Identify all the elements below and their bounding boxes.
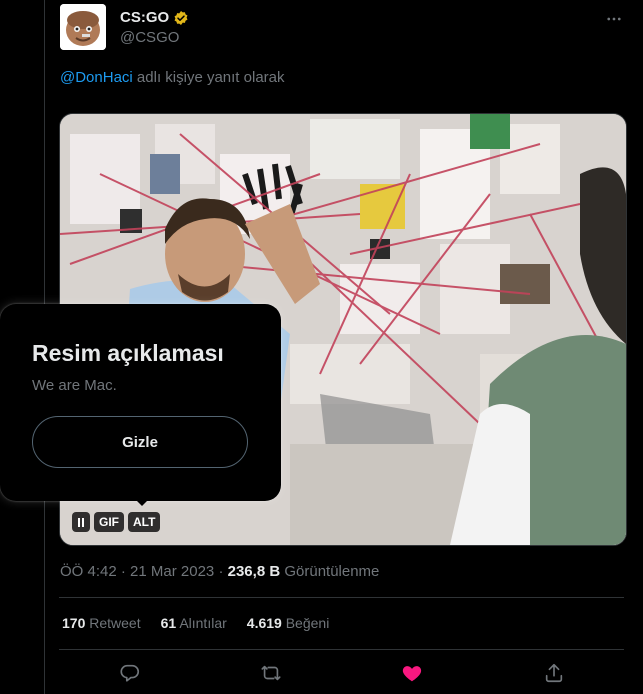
- alt-text-button[interactable]: ALT: [128, 512, 161, 532]
- divider: [59, 597, 624, 598]
- retweet-count: 170: [62, 615, 86, 631]
- alt-popup-description: We are Mac.: [32, 377, 117, 394]
- share-icon: [545, 663, 563, 683]
- verified-badge-icon[interactable]: [173, 10, 189, 26]
- tweet-meta: ÖÖ 4:42 · 21 Mar 2023 · 236,8 B Görüntül…: [60, 563, 379, 580]
- avatar[interactable]: [60, 4, 106, 50]
- like-label: Beğeni: [285, 615, 330, 631]
- meta-separator: ·: [218, 563, 224, 580]
- pause-icon: [78, 517, 84, 527]
- quote-stat[interactable]: 61 Alıntılar: [161, 615, 227, 631]
- tweet-time[interactable]: ÖÖ 4:42: [60, 563, 117, 580]
- like-stat[interactable]: 4.619 Beğeni: [247, 615, 330, 631]
- share-button[interactable]: [543, 662, 565, 684]
- retweet-button[interactable]: [260, 662, 282, 684]
- reply-icon: [120, 664, 140, 682]
- like-button[interactable]: [401, 662, 423, 684]
- retweet-stat[interactable]: 170 Retweet: [62, 615, 141, 631]
- retweet-icon: [261, 665, 281, 681]
- heart-icon: [402, 666, 422, 682]
- hide-alt-button[interactable]: Gizle: [32, 416, 248, 468]
- reply-button[interactable]: [119, 662, 141, 684]
- gif-badge: GIF: [94, 512, 124, 532]
- display-name[interactable]: CS:GO: [120, 9, 169, 26]
- reply-mention-link[interactable]: @DonHaci: [60, 69, 133, 86]
- more-options-button[interactable]: [603, 8, 625, 30]
- alt-popup-arrow: [133, 497, 151, 506]
- meta-separator: ·: [120, 563, 126, 580]
- user-handle[interactable]: @CSGO: [120, 29, 179, 46]
- views-count: 236,8 B: [227, 563, 281, 580]
- quote-label: Alıntılar: [179, 615, 227, 631]
- tweet-date[interactable]: 21 Mar 2023: [130, 563, 214, 580]
- ellipsis-icon: [607, 17, 621, 21]
- alt-text-popup: [0, 304, 281, 501]
- divider: [59, 649, 624, 650]
- gif-controls: GIF ALT: [72, 512, 161, 532]
- alt-popup-title: Resim açıklaması: [32, 340, 224, 366]
- pause-button[interactable]: [72, 512, 90, 532]
- engagement-stats: 170 Retweet 61 Alıntılar 4.619 Beğeni: [62, 615, 329, 631]
- retweet-label: Retweet: [89, 615, 141, 631]
- reply-context: @DonHaci adlı kişiye yanıt olarak: [60, 69, 285, 86]
- like-count: 4.619: [246, 615, 282, 631]
- reply-context-text: adlı kişiye yanıt olarak: [132, 69, 285, 86]
- tweet-actions: [0, 660, 643, 690]
- views-label: Görüntülenme: [284, 563, 380, 580]
- quote-count: 61: [160, 615, 177, 631]
